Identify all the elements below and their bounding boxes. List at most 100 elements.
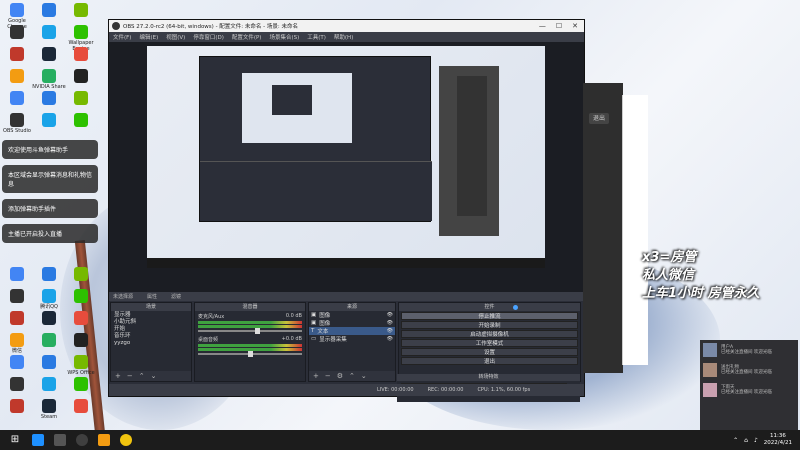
desktop-icon[interactable] [66, 69, 96, 83]
network-icon[interactable]: ⌂ [744, 437, 748, 444]
stop-streaming-button[interactable]: 停止推流 [401, 312, 578, 320]
desktop-icon[interactable] [34, 355, 64, 369]
scene-item[interactable]: 音乐环 [114, 333, 188, 340]
desktop-icon[interactable] [2, 289, 32, 303]
desktop-icon[interactable] [66, 91, 96, 105]
start-virtual-camera-button[interactable]: 启动虚拟摄像机 [401, 330, 578, 338]
scene-item[interactable]: 小助元斜 [114, 319, 188, 326]
preview-desktop-capture [147, 46, 545, 268]
menu-scene-collection[interactable]: 场景集合(S) [269, 33, 299, 41]
desktop-icon[interactable] [34, 47, 64, 61]
minimize-icon[interactable]: — [539, 22, 546, 30]
source-item[interactable]: ▣ 图像 👁 [309, 311, 395, 319]
gear-icon[interactable]: ⚙ [337, 372, 343, 380]
desktop-icon[interactable] [2, 355, 32, 369]
settings-button[interactable]: 设置 [401, 348, 578, 356]
tab-properties[interactable]: 属性 [147, 293, 157, 300]
desktop-icon[interactable] [34, 3, 64, 17]
tab-filters[interactable]: 滤镜 [171, 293, 181, 300]
source-item[interactable]: ▭ 显示器采集 👁 [309, 335, 395, 343]
desktop-icon[interactable] [66, 267, 96, 281]
desktop-icon[interactable] [34, 91, 64, 105]
desktop-icon[interactable] [2, 47, 32, 61]
desktop-icon[interactable]: Steam [34, 399, 64, 420]
desktop-icon[interactable] [66, 3, 96, 17]
obs-titlebar[interactable]: OBS 27.2.0-rc2 (64-bit, windows) - 配置文件:… [109, 20, 584, 32]
overlay-text-2: 私人微信 [642, 268, 695, 283]
app-taskbar-icon[interactable] [98, 434, 110, 446]
desktop-icon[interactable] [2, 399, 32, 413]
app-icon [42, 113, 56, 127]
mixer-channel: 麦克风/Aux 0.0 dB [195, 311, 305, 334]
exit-button-right[interactable]: 退出 [589, 113, 610, 124]
channel-name: 麦克风/Aux [198, 314, 225, 320]
volume-slider[interactable] [198, 328, 302, 334]
file-explorer-icon[interactable] [54, 434, 66, 446]
desktop-icon[interactable] [66, 333, 96, 347]
desktop-icon[interactable] [2, 25, 32, 39]
remove-source-icon[interactable]: − [325, 372, 331, 380]
eye-icon[interactable]: 👁 [387, 336, 393, 342]
volume-icon[interactable]: ♪ [754, 437, 758, 444]
menu-tools[interactable]: 工具(T) [307, 33, 326, 41]
chrome-taskbar-icon[interactable] [120, 434, 132, 446]
move-up-icon[interactable]: ⌃ [349, 372, 355, 380]
source-item[interactable]: ▣ 图像 👁 [309, 319, 395, 327]
desktop-icon[interactable] [34, 267, 64, 281]
desktop-icon[interactable]: 腾讯QQ [34, 289, 64, 310]
desktop-icon[interactable] [34, 113, 64, 127]
menu-view[interactable]: 视图(V) [166, 33, 185, 41]
desktop-icon[interactable] [2, 311, 32, 325]
source-item-selected[interactable]: T 文本 👁 [309, 327, 395, 335]
move-down-icon[interactable]: ⌄ [361, 372, 367, 380]
move-down-icon[interactable]: ⌄ [151, 372, 157, 380]
desktop-icon[interactable]: NVIDIA Share [32, 69, 66, 90]
scene-item[interactable]: yyzgo [114, 340, 188, 347]
taskbar: ⊞ ⌃ ⌂ ♪ 11:36 2022/4/21 [0, 430, 800, 450]
desktop-icon[interactable] [66, 113, 96, 127]
scene-item[interactable]: 显示器 [114, 312, 188, 319]
studio-mode-button[interactable]: 工作室模式 [401, 339, 578, 347]
desktop-icon[interactable] [34, 25, 64, 39]
desktop-icon[interactable] [66, 47, 96, 61]
menu-help[interactable]: 帮助(H) [334, 33, 353, 41]
close-icon[interactable]: ✕ [572, 22, 578, 30]
eye-icon[interactable]: 👁 [387, 312, 393, 318]
desktop-icon[interactable]: 微信 [2, 333, 32, 354]
desktop-icon[interactable] [2, 377, 32, 391]
scene-item[interactable]: 开始 [114, 326, 188, 333]
desktop-icon[interactable] [66, 399, 96, 413]
menu-edit[interactable]: 编辑(E) [139, 33, 158, 41]
desktop-icon[interactable] [2, 267, 32, 281]
desktop-icon[interactable] [2, 91, 32, 105]
desktop-icon[interactable] [34, 377, 64, 391]
move-up-icon[interactable]: ⌃ [139, 372, 145, 380]
windows-start-icon[interactable]: ⊞ [8, 434, 22, 446]
add-source-icon[interactable]: + [313, 372, 319, 380]
add-scene-icon[interactable]: + [115, 372, 121, 380]
remove-scene-icon[interactable]: − [127, 372, 133, 380]
maximize-icon[interactable]: ☐ [556, 22, 562, 30]
eye-icon[interactable]: 👁 [387, 320, 393, 326]
desktop-icon[interactable] [66, 311, 96, 325]
desktop-icon[interactable]: WPS Office [66, 355, 96, 376]
eye-icon[interactable]: 👁 [387, 328, 393, 334]
exit-button[interactable]: 退出 [401, 357, 578, 365]
tray-arrow-icon[interactable]: ⌃ [733, 437, 738, 444]
obs-taskbar-icon[interactable] [76, 434, 88, 446]
volume-slider[interactable] [198, 351, 302, 357]
desktop-icon[interactable]: OBS Studio [2, 113, 32, 134]
desktop-icon[interactable] [66, 377, 96, 391]
menu-file[interactable]: 文件(F) [113, 33, 131, 41]
desktop-icon[interactable] [34, 333, 64, 347]
desktop-icon[interactable] [66, 289, 96, 303]
menu-docks[interactable]: 停靠窗口(D) [193, 33, 224, 41]
clock[interactable]: 11:36 2022/4/21 [764, 433, 792, 447]
menu-profile[interactable]: 配置文件(P) [232, 33, 262, 41]
desktop-icon[interactable] [34, 311, 64, 325]
start-recording-button[interactable]: 开始录制 [401, 321, 578, 329]
obs-preview[interactable] [109, 42, 584, 292]
desktop-icon[interactable] [2, 69, 32, 83]
app-icon [74, 69, 88, 83]
edge-icon[interactable] [32, 434, 44, 446]
